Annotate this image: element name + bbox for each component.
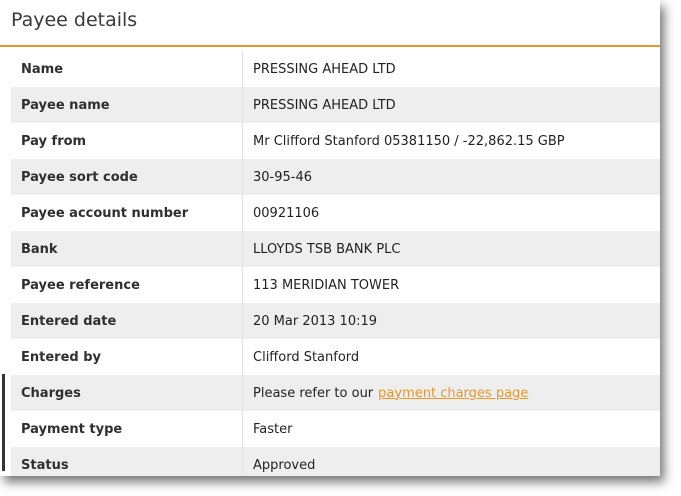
row-label: Payment type — [11, 411, 243, 447]
window-edge-mark — [2, 374, 5, 471]
payment-charges-link[interactable]: payment charges page — [378, 386, 528, 401]
table-row-account-number: Payee account number 00921106 — [11, 195, 660, 231]
table-row-entered-date: Entered date 20 Mar 2013 10:19 — [11, 303, 660, 339]
row-label: Entered by — [11, 339, 243, 375]
row-label: Status — [11, 447, 243, 476]
row-value: 00921106 — [253, 205, 320, 221]
row-value: Please refer to our payment charges page — [243, 375, 528, 411]
panel-header: Payee details — [0, 0, 660, 47]
payee-details-table: Name PRESSING AHEAD LTD Payee name PRESS… — [11, 51, 660, 476]
row-label: Pay from — [11, 123, 243, 159]
row-value: Clifford Stanford — [253, 349, 360, 365]
row-label: Payee account number — [11, 195, 243, 231]
table-row-charges: Charges Please refer to our payment char… — [11, 375, 660, 411]
table-row-pay-from: Pay from Mr Clifford Stanford 05381150 /… — [11, 123, 660, 159]
table-row-bank: Bank LLOYDS TSB BANK PLC — [11, 231, 660, 267]
table-row-name: Name PRESSING AHEAD LTD — [11, 51, 660, 87]
table-row-payee-name: Payee name PRESSING AHEAD LTD — [11, 87, 660, 123]
row-value: Approved — [253, 457, 316, 473]
row-label: Payee reference — [11, 267, 243, 303]
row-value: PRESSING AHEAD LTD — [253, 61, 396, 77]
row-label: Entered date — [11, 303, 243, 339]
payee-details-panel: Payee details Name PRESSING AHEAD LTD Pa… — [0, 0, 660, 476]
row-label: Payee name — [11, 87, 243, 123]
table-row-payment-type: Payment type Faster — [11, 411, 660, 447]
row-label: Charges — [11, 375, 243, 411]
row-label: Name — [11, 51, 243, 87]
table-row-payee-reference: Payee reference 113 MERIDIAN TOWER — [11, 267, 660, 303]
table-row-status: Status Approved — [11, 447, 660, 476]
row-value: Faster — [253, 421, 293, 437]
row-value: Mr Clifford Stanford 05381150 / -22,862.… — [253, 133, 565, 149]
row-value: LLOYDS TSB BANK PLC — [253, 241, 401, 257]
row-label: Payee sort code — [11, 159, 243, 195]
row-value: 20 Mar 2013 10:19 — [253, 313, 378, 329]
page-title: Payee details — [11, 9, 138, 31]
table-row-entered-by: Entered by Clifford Stanford — [11, 339, 660, 375]
row-value: PRESSING AHEAD LTD — [253, 97, 396, 113]
row-value: 30-95-46 — [253, 169, 313, 185]
table-row-sort-code: Payee sort code 30-95-46 — [11, 159, 660, 195]
charges-text: Please refer to our — [253, 385, 374, 401]
row-value: 113 MERIDIAN TOWER — [253, 277, 400, 293]
row-label: Bank — [11, 231, 243, 267]
